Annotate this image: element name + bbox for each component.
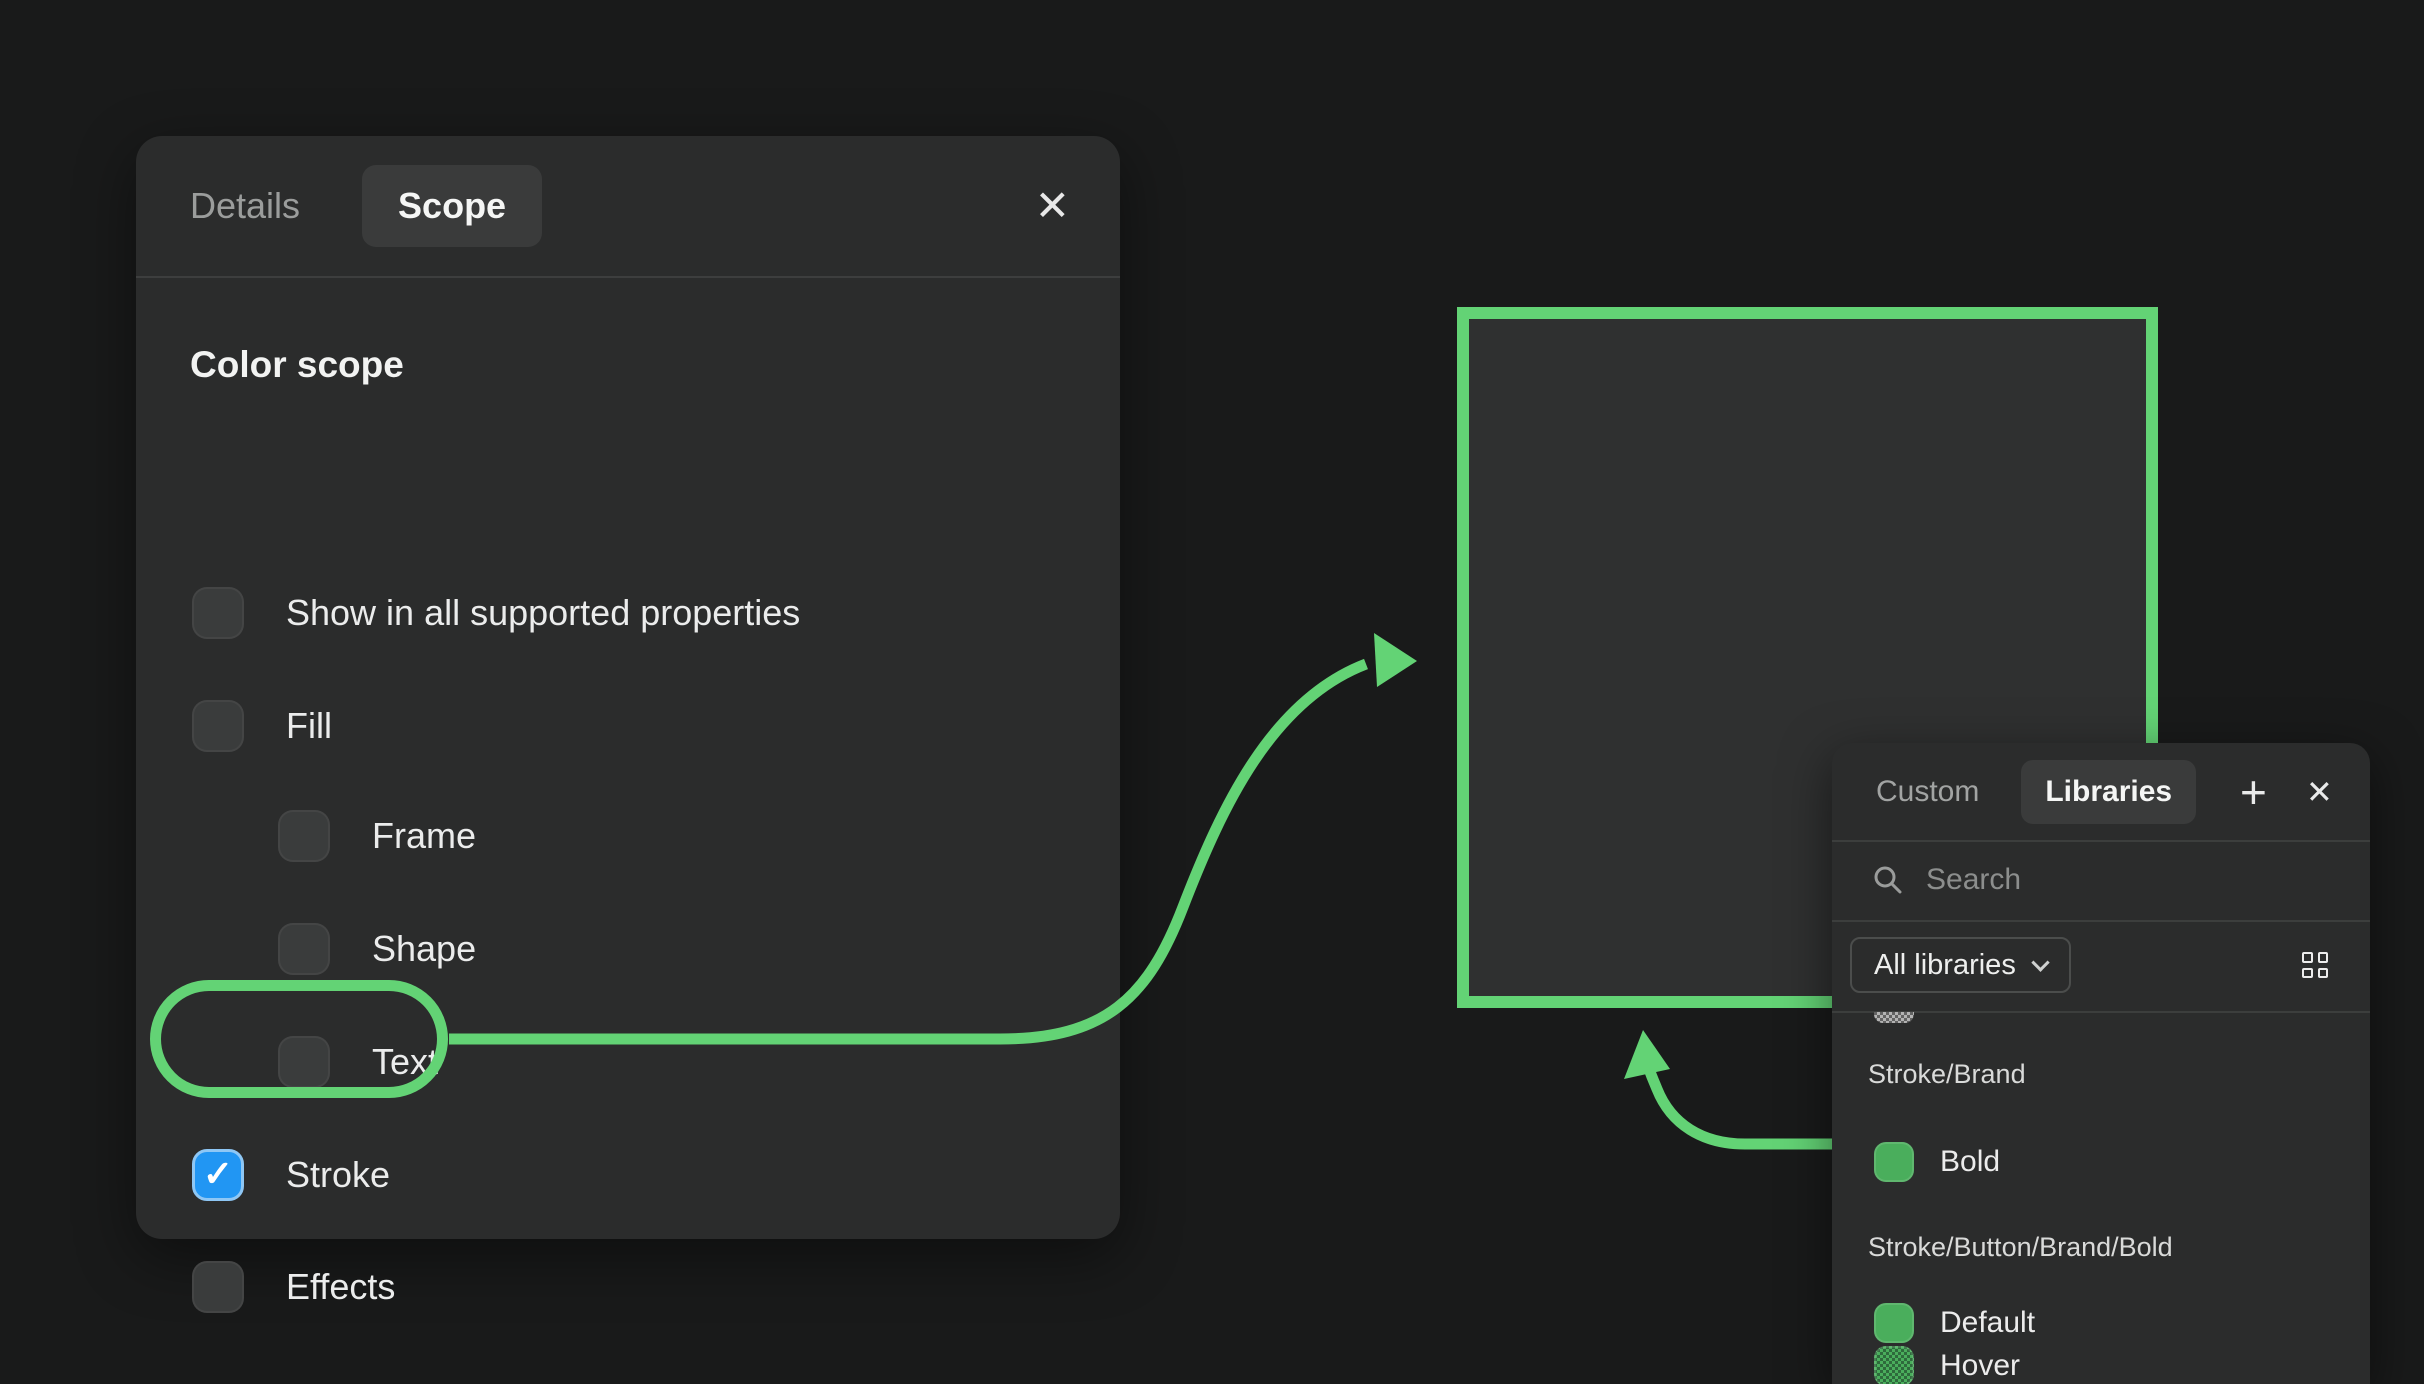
small-arrow-head [1624,1030,1670,1079]
scope-dialog-body: Color scope [136,278,1120,334]
add-icon[interactable]: + [2240,769,2267,815]
scope-dialog: Details Scope ✕ Color scope Show in all … [136,136,1120,1239]
color-swatch [1874,1346,1914,1384]
search-icon [1872,864,1904,896]
checkbox-label: Shape [372,928,476,970]
checkbox-row-effects[interactable]: Effects [192,1261,395,1313]
item-label: Default [1940,1306,2035,1340]
close-icon[interactable]: ✕ [1035,185,1070,227]
checkbox-effects[interactable] [192,1261,244,1313]
divider [1832,920,2370,922]
checkbox-row-text[interactable]: Text [278,1036,438,1088]
grid-square [2318,968,2329,979]
filter-label: All libraries [1874,949,2016,982]
tab-details[interactable]: Details [190,185,300,227]
section-title: Color scope [190,344,404,386]
grid-view-icon[interactable] [2302,952,2328,978]
libraries-panel-header: Custom Libraries + ✕ [1832,743,2370,840]
search-row [1832,840,2370,920]
color-swatch [1874,1142,1914,1182]
color-swatch [1874,1303,1914,1343]
tab-libraries[interactable]: Libraries [2021,760,2196,824]
checkbox-label: Show in all supported properties [286,592,800,634]
check-icon: ✓ [203,1156,233,1192]
list-item-bold[interactable]: Bold [1874,1142,2000,1182]
small-arrow-line [1649,1068,1836,1144]
checkbox-row-fill[interactable]: Fill [192,700,332,752]
checkbox-frame[interactable] [278,810,330,862]
checkbox-shape[interactable] [278,923,330,975]
chevron-down-icon [2031,953,2049,971]
tab-scope[interactable]: Scope [362,165,542,247]
list-item-hover[interactable]: Hover [1874,1346,2020,1384]
checkbox-show-all[interactable] [192,587,244,639]
list-item-default[interactable]: Default [1874,1303,2035,1343]
checkbox-label: Fill [286,705,332,747]
close-icon[interactable]: ✕ [2306,776,2333,808]
section-title-stroke-brand: Stroke/Brand [1868,1059,2026,1090]
grid-square [2302,968,2313,979]
checkbox-row-frame[interactable]: Frame [278,810,476,862]
libraries-panel: Custom Libraries + ✕ All libraries Strok… [1832,743,2370,1384]
checkbox-stroke[interactable]: ✓ [192,1149,244,1201]
grid-square [2302,952,2313,963]
checkbox-label: Effects [286,1266,395,1308]
checkbox-row-shape[interactable]: Shape [278,923,476,975]
checkbox-text[interactable] [278,1036,330,1088]
big-arrow-head [1374,633,1417,687]
item-label: Hover [1940,1349,2020,1383]
canvas: Details Scope ✕ Color scope Show in all … [0,0,2424,1384]
scrolled-swatch-tip [1874,1012,1914,1023]
checkbox-row-stroke[interactable]: ✓ Stroke [192,1149,390,1201]
search-input[interactable] [1926,863,2306,897]
checkbox-label: Frame [372,815,476,857]
library-filter-dropdown[interactable]: All libraries [1850,937,2071,993]
scope-dialog-header: Details Scope ✕ [136,136,1120,276]
checkbox-row-show-all[interactable]: Show in all supported properties [192,587,800,639]
checkbox-label: Text [372,1041,438,1083]
grid-square [2318,952,2329,963]
tab-custom[interactable]: Custom [1876,775,1979,809]
item-label: Bold [1940,1145,2000,1179]
section-title-stroke-button-brand-bold: Stroke/Button/Brand/Bold [1868,1232,2173,1263]
checkbox-fill[interactable] [192,700,244,752]
checkbox-label: Stroke [286,1154,390,1196]
